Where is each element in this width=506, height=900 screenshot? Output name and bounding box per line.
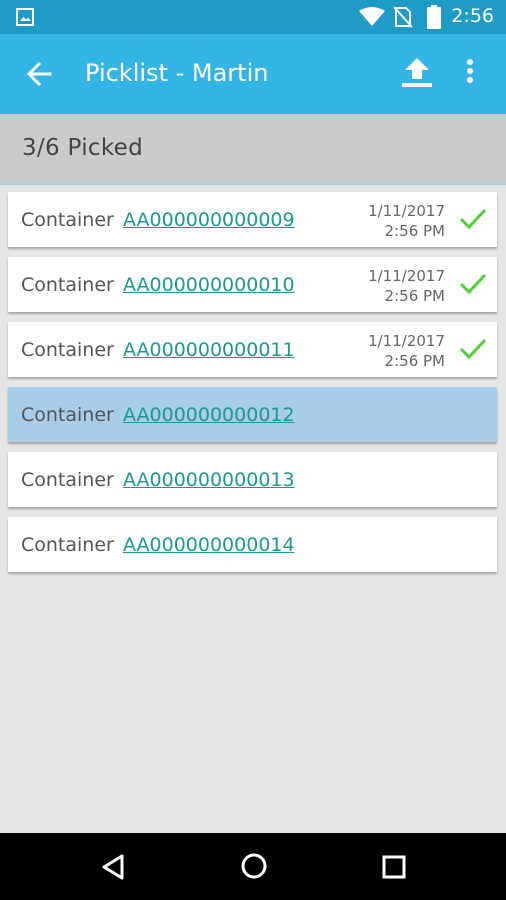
pick-summary: 3/6 Picked [0, 114, 506, 185]
picked-date: 1/11/2017 [368, 202, 445, 220]
check-icon [459, 273, 487, 295]
more-vert-icon[interactable] [466, 58, 474, 84]
container-label: Container [21, 404, 114, 426]
list-item[interactable]: Container AA000000000014 [8, 517, 497, 572]
container-label: Container [21, 534, 114, 556]
picked-time: 2:56 PM [384, 222, 445, 240]
container-code-link[interactable]: AA000000000013 [123, 469, 295, 491]
list-item[interactable]: Container AA000000000011 1/11/2017 2:56 … [8, 322, 497, 377]
check-icon [459, 338, 487, 360]
app-bar: Picklist - Martin [0, 34, 506, 114]
picked-time: 2:56 PM [384, 287, 445, 305]
back-arrow-icon[interactable] [26, 61, 52, 87]
picked-time: 2:56 PM [384, 352, 445, 370]
picked-count: 3/6 Picked [22, 135, 143, 161]
container-label: Container [21, 339, 114, 361]
wifi-icon [359, 7, 385, 26]
picked-timestamp: 1/11/2017 2:56 PM [368, 201, 445, 241]
list-item[interactable]: Container AA000000000013 [8, 452, 497, 507]
list-item-selected[interactable]: Container AA000000000012 [8, 387, 497, 442]
page-title: Picklist - Martin [85, 59, 269, 87]
container-code-link[interactable]: AA000000000010 [123, 274, 295, 296]
container-code-link[interactable]: AA000000000014 [123, 534, 295, 556]
picked-timestamp: 1/11/2017 2:56 PM [368, 331, 445, 371]
check-icon [459, 208, 487, 230]
system-nav-bar [0, 833, 506, 900]
container-code-link[interactable]: AA000000000012 [123, 404, 295, 426]
container-list: Container AA000000000009 1/11/2017 2:56 … [8, 192, 497, 582]
status-time: 2:56 [451, 5, 494, 27]
picked-date: 1/11/2017 [368, 267, 445, 285]
status-bar: 2:56 [0, 0, 506, 34]
list-item[interactable]: Container AA000000000010 1/11/2017 2:56 … [8, 257, 497, 312]
container-code-link[interactable]: AA000000000011 [123, 339, 295, 361]
image-icon [16, 8, 34, 26]
upload-icon[interactable] [400, 58, 434, 88]
container-label: Container [21, 469, 114, 491]
picked-date: 1/11/2017 [368, 332, 445, 350]
nav-recents-icon[interactable] [381, 854, 407, 880]
picked-timestamp: 1/11/2017 2:56 PM [368, 266, 445, 306]
battery-icon [427, 5, 441, 29]
list-item[interactable]: Container AA000000000009 1/11/2017 2:56 … [8, 192, 497, 247]
nav-home-icon[interactable] [240, 852, 268, 880]
nav-back-icon[interactable] [100, 853, 126, 881]
no-sim-icon [394, 6, 412, 28]
container-label: Container [21, 274, 114, 296]
container-code-link[interactable]: AA000000000009 [123, 209, 295, 231]
container-label: Container [21, 209, 114, 231]
